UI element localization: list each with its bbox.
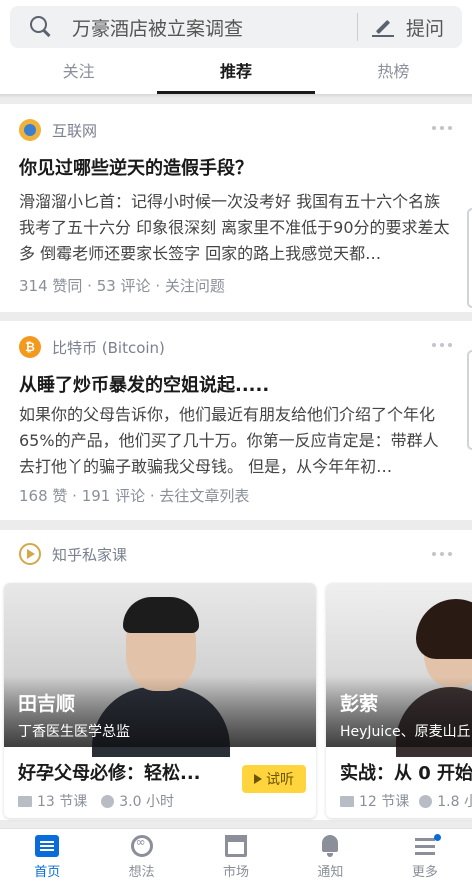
nav-notifications[interactable]: 通知 — [283, 829, 377, 883]
feed-tabs: 关注 推荐 热榜 — [0, 52, 472, 96]
book-icon — [18, 795, 32, 807]
course-icon — [19, 543, 41, 565]
feed-card[interactable]: 互联网 你见过哪些逆天的造假手段？ 滑溜溜小匕首：记得小时候一次没考好 我国有五… — [0, 104, 472, 312]
feed-card[interactable]: ₿ 比特币 (Bitcoin) 从睡了炒币暴发的空姐说起..... 如果你的父母… — [0, 321, 472, 520]
nav-label: 通知 — [317, 865, 344, 880]
tab-hot-list[interactable]: 热榜 — [315, 52, 472, 96]
card-source-label: 知乎私家课 — [52, 545, 128, 564]
course-lessons: 13 节课 — [37, 794, 88, 810]
course-card[interactable]: 彭萦 HeyJuice、原麦山丘 实战：从 0 开始 12 节课 1.8 小 — [326, 583, 472, 818]
nav-home[interactable]: 首页 — [0, 829, 94, 883]
tab-following[interactable]: 关注 — [0, 52, 157, 96]
card-source-label: 比特币 (Bitcoin) — [52, 338, 165, 357]
more-options-icon[interactable] — [432, 126, 452, 130]
instructor-name: 彭萦 — [340, 693, 379, 715]
more-options-icon[interactable] — [432, 343, 452, 347]
tabs-shadow — [0, 94, 472, 98]
course-card[interactable]: 田吉顺 丁香医生医学总监 好孕父母必修：轻松... 13 节课 3.0 小时 试… — [4, 583, 316, 818]
nav-label: 更多 — [411, 865, 438, 880]
card-source[interactable]: 知乎私家课 — [19, 543, 127, 565]
card-excerpt[interactable]: 如果你的父母告诉你，他们最近有朋友给他们介绍了个年化65%的产品，他们买了几十万… — [19, 402, 451, 480]
globe-icon — [19, 119, 41, 141]
card-title[interactable]: 你见过哪些逆天的造假手段？ — [19, 154, 253, 180]
trial-button[interactable]: 试听 — [242, 765, 306, 793]
nav-ideas[interactable]: 想法 — [94, 829, 188, 883]
play-icon — [254, 774, 262, 784]
instructor-title: 丁香医生医学总监 — [18, 724, 130, 740]
course-hours: 3.0 小时 — [119, 794, 174, 810]
course-meta: 13 节课 3.0 小时 — [18, 791, 174, 811]
bottom-nav: 首页 想法 市场 通知 更多 — [0, 828, 472, 883]
card-title[interactable]: 从睡了炒币暴发的空姐说起..... — [19, 371, 269, 397]
search-icon — [28, 14, 54, 40]
course-section: 知乎私家课 田吉顺 丁香医生医学总监 好孕父母必修：轻松... 13 节课 3.… — [0, 530, 472, 820]
nav-label: 首页 — [34, 865, 61, 880]
course-title[interactable]: 好孕父母必修：轻松... — [18, 759, 201, 785]
edge-handle[interactable] — [467, 208, 472, 308]
bitcoin-icon: ₿ — [19, 336, 41, 358]
card-source[interactable]: 互联网 — [19, 119, 97, 141]
card-source[interactable]: ₿ 比特币 (Bitcoin) — [19, 336, 165, 358]
course-lessons: 12 节课 — [359, 794, 410, 810]
search-bar[interactable]: 万豪酒店被立案调查 提问 — [10, 6, 462, 48]
market-icon — [225, 835, 248, 857]
search-input[interactable]: 万豪酒店被立案调查 — [72, 14, 357, 41]
card-meta: 314 赞同 · 53 评论 · 关注问题 — [19, 277, 225, 295]
card-meta: 168 赞 · 191 评论 · 去往文章列表 — [19, 487, 250, 505]
nav-label: 想法 — [128, 865, 155, 880]
instructor-title: HeyJuice、原麦山丘 — [340, 724, 471, 740]
clock-icon — [419, 794, 433, 808]
book-icon — [340, 795, 354, 807]
course-hours: 1.8 小 — [437, 794, 472, 810]
ask-question-label: 提问 — [405, 17, 444, 40]
course-meta: 12 节课 1.8 小 — [340, 791, 472, 811]
pen-icon — [371, 16, 394, 38]
bell-icon — [318, 835, 342, 857]
card-source-label: 互联网 — [52, 121, 98, 140]
nav-more[interactable]: 更多 — [378, 829, 472, 883]
tab-recommended[interactable]: 推荐 — [157, 52, 315, 96]
card-excerpt[interactable]: 滑溜溜小匕首：记得小时候一次没考好 我国有五十六个名族 我考了五十六分 印象很深… — [19, 189, 451, 267]
notification-dot — [433, 834, 441, 841]
search-divider — [356, 13, 358, 41]
clock-icon — [101, 794, 115, 808]
course-title[interactable]: 实战：从 0 开始 — [340, 759, 472, 785]
trial-label: 试听 — [266, 772, 294, 788]
edge-handle[interactable] — [467, 350, 472, 450]
ask-question-button[interactable]: 提问 — [371, 14, 444, 41]
more-options-icon[interactable] — [432, 552, 452, 556]
top-bar: 万豪酒店被立案调查 提问 关注 推荐 热榜 — [0, 0, 472, 96]
instructor-name: 田吉顺 — [18, 693, 76, 715]
idea-icon — [130, 835, 153, 857]
home-icon — [35, 835, 60, 857]
nav-label: 市场 — [223, 865, 250, 880]
nav-market[interactable]: 市场 — [189, 829, 283, 883]
